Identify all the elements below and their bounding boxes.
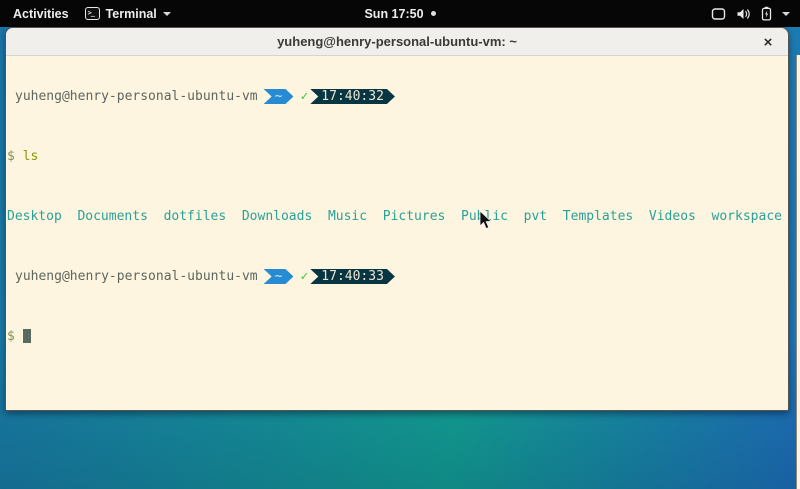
prompt-user-host: yuheng@henry-personal-ubuntu-vm: [15, 269, 258, 284]
directory-name: Pictures: [383, 209, 446, 224]
prompt-time-segment: 17:40:33: [310, 269, 395, 284]
prompt-time-segment: 17:40:32: [310, 89, 395, 104]
prompt-cwd-segment: ~: [264, 89, 294, 104]
prompt-status-check: ✓: [300, 89, 308, 104]
prompt-user-host: yuheng@henry-personal-ubuntu-vm: [15, 89, 258, 104]
screen-icon: [711, 7, 726, 21]
chevron-down-icon: [163, 12, 171, 16]
command-line: $ ls: [7, 149, 788, 164]
directory-name: workspace: [712, 209, 782, 224]
window-title: yuheng@henry-personal-ubuntu-vm: ~: [277, 34, 517, 49]
app-menu-label: Terminal: [106, 7, 157, 21]
prompt-line-2: yuheng@henry-personal-ubuntu-vm ~ ✓17:40:3…: [7, 269, 788, 284]
close-button[interactable]: ×: [758, 32, 778, 52]
terminal-content[interactable]: yuheng@henry-personal-ubuntu-vm~✓17:40:3…: [6, 56, 788, 411]
desktop: Activities Terminal Sun 17:50: [0, 0, 800, 489]
directory-name: Documents: [77, 209, 147, 224]
ls-output-row: Desktop Documents dotfiles Downloads Mus…: [7, 209, 788, 224]
notification-dot-icon: [431, 11, 436, 16]
volume-icon: [736, 7, 751, 21]
prompt-cwd-segment: ~: [264, 269, 294, 284]
directory-name: Desktop: [7, 209, 62, 224]
background-window-edge: [796, 55, 800, 489]
chevron-down-icon: [782, 12, 790, 16]
battery-charging-icon: [761, 6, 772, 21]
activities-button[interactable]: Activities: [11, 5, 71, 23]
directory-name: pvt: [524, 209, 547, 224]
window-titlebar[interactable]: yuheng@henry-personal-ubuntu-vm: ~ ×: [6, 28, 788, 56]
directory-name: Music: [328, 209, 367, 224]
prompt-status-check: ✓: [300, 269, 308, 284]
system-status-area[interactable]: [711, 0, 792, 27]
prompt-line-1: yuheng@henry-personal-ubuntu-vm ~ ✓17:40:3…: [7, 89, 788, 104]
terminal-cursor: [23, 329, 31, 343]
directory-name: dotfiles: [164, 209, 227, 224]
current-input-line: $: [7, 329, 788, 344]
prompt-symbol: $: [7, 149, 15, 164]
directory-name: Videos: [649, 209, 696, 224]
top-bar: Activities Terminal Sun 17:50: [0, 0, 800, 27]
clock[interactable]: Sun 17:50: [364, 7, 423, 21]
directory-name: Public: [461, 209, 508, 224]
terminal-window: yuheng@henry-personal-ubuntu-vm: ~ × yuh…: [5, 27, 789, 411]
directory-name: Downloads: [242, 209, 312, 224]
prompt-symbol: $: [7, 329, 15, 344]
typed-command: ls: [23, 149, 39, 164]
terminal-icon: [85, 7, 100, 20]
app-menu-terminal[interactable]: Terminal: [85, 7, 171, 21]
directory-name: Templates: [563, 209, 633, 224]
